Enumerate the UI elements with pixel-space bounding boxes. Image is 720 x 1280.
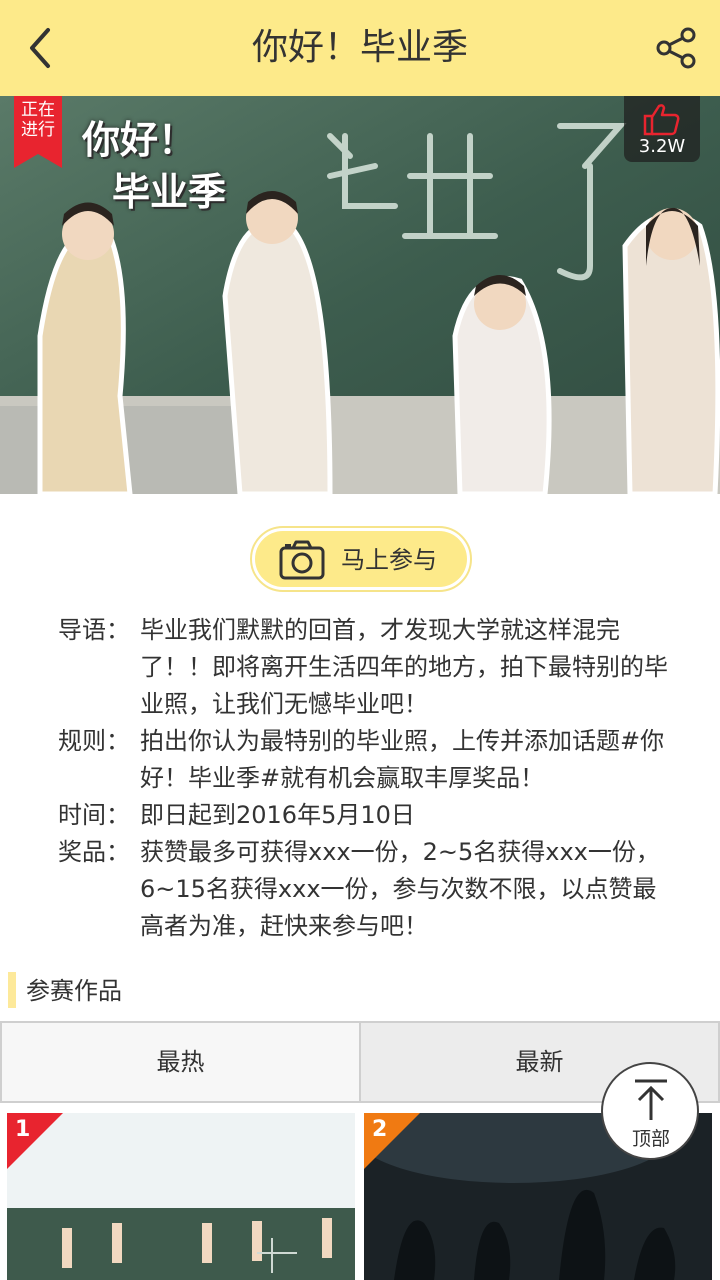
share-icon[interactable] xyxy=(654,26,698,70)
camera-icon xyxy=(279,540,325,580)
info-value: 毕业我们默默的回首，才发现大学就这样混完了！！即将离开生活四年的地方，拍下最特别… xyxy=(140,616,668,718)
info-row-time: 时间： 即日起到2016年5月10日 xyxy=(58,797,668,834)
info-row-intro: 导语： 毕业我们默默的回首，才发现大学就这样混完了！！即将离开生活四年的地方，拍… xyxy=(58,612,668,723)
info-value: 获赞最多可获得xxx一份，2~5名获得xxx一份，6~15名获得xxx一份，参与… xyxy=(140,838,660,940)
join-button[interactable]: 马上参与 xyxy=(255,531,467,587)
activity-info: 导语： 毕业我们默默的回首，才发现大学就这样混完了！！即将离开生活四年的地方，拍… xyxy=(58,612,668,945)
section-accent-bar xyxy=(8,972,16,1008)
info-key: 奖品： xyxy=(58,838,130,866)
rank-number: 2 xyxy=(372,1117,388,1142)
rank-number: 1 xyxy=(15,1117,31,1142)
activity-banner: 正在进行 你好！ 毕业季 3.2W xyxy=(0,96,720,494)
banner-title: 你好！ 毕业季 xyxy=(82,114,226,218)
section-title: 参赛作品 xyxy=(26,977,122,1005)
back-to-top-label: 顶部 xyxy=(631,1128,670,1150)
entry-card[interactable]: 1 xyxy=(7,1113,355,1280)
info-row-rules: 规则： 拍出你认为最特别的毕业照，上传并添加话题#你好！毕业季#就有机会赢取丰厚… xyxy=(58,723,668,797)
tab-hot[interactable]: 最热 xyxy=(2,1023,361,1101)
like-button[interactable]: 3.2W xyxy=(624,96,700,162)
thumbs-up-icon xyxy=(643,104,680,136)
join-button-outline: 马上参与 xyxy=(250,526,472,592)
like-count: 3.2W xyxy=(638,136,686,157)
info-key: 导语： xyxy=(58,616,130,644)
arrow-up-icon xyxy=(635,1079,667,1120)
join-button-label: 马上参与 xyxy=(341,546,437,574)
banner-title-line1: 你好！ xyxy=(82,118,197,162)
info-key: 规则： xyxy=(58,727,130,755)
back-to-top-button[interactable]: 顶部 xyxy=(601,1062,699,1160)
info-row-prize: 奖品： 获赞最多可获得xxx一份，2~5名获得xxx一份，6~15名获得xxx一… xyxy=(58,834,668,945)
status-badge: 正在进行 xyxy=(21,100,55,140)
banner-title-line2: 毕业季 xyxy=(112,170,227,214)
info-key: 时间： xyxy=(58,801,130,829)
page-title: 你好！毕业季 xyxy=(251,27,468,68)
info-value: 拍出你认为最特别的毕业照，上传并添加话题#你好！毕业季#就有机会赢取丰厚奖品！ xyxy=(140,727,665,792)
info-value: 即日起到2016年5月10日 xyxy=(140,801,415,829)
app-header: 你好！毕业季 xyxy=(0,0,720,96)
